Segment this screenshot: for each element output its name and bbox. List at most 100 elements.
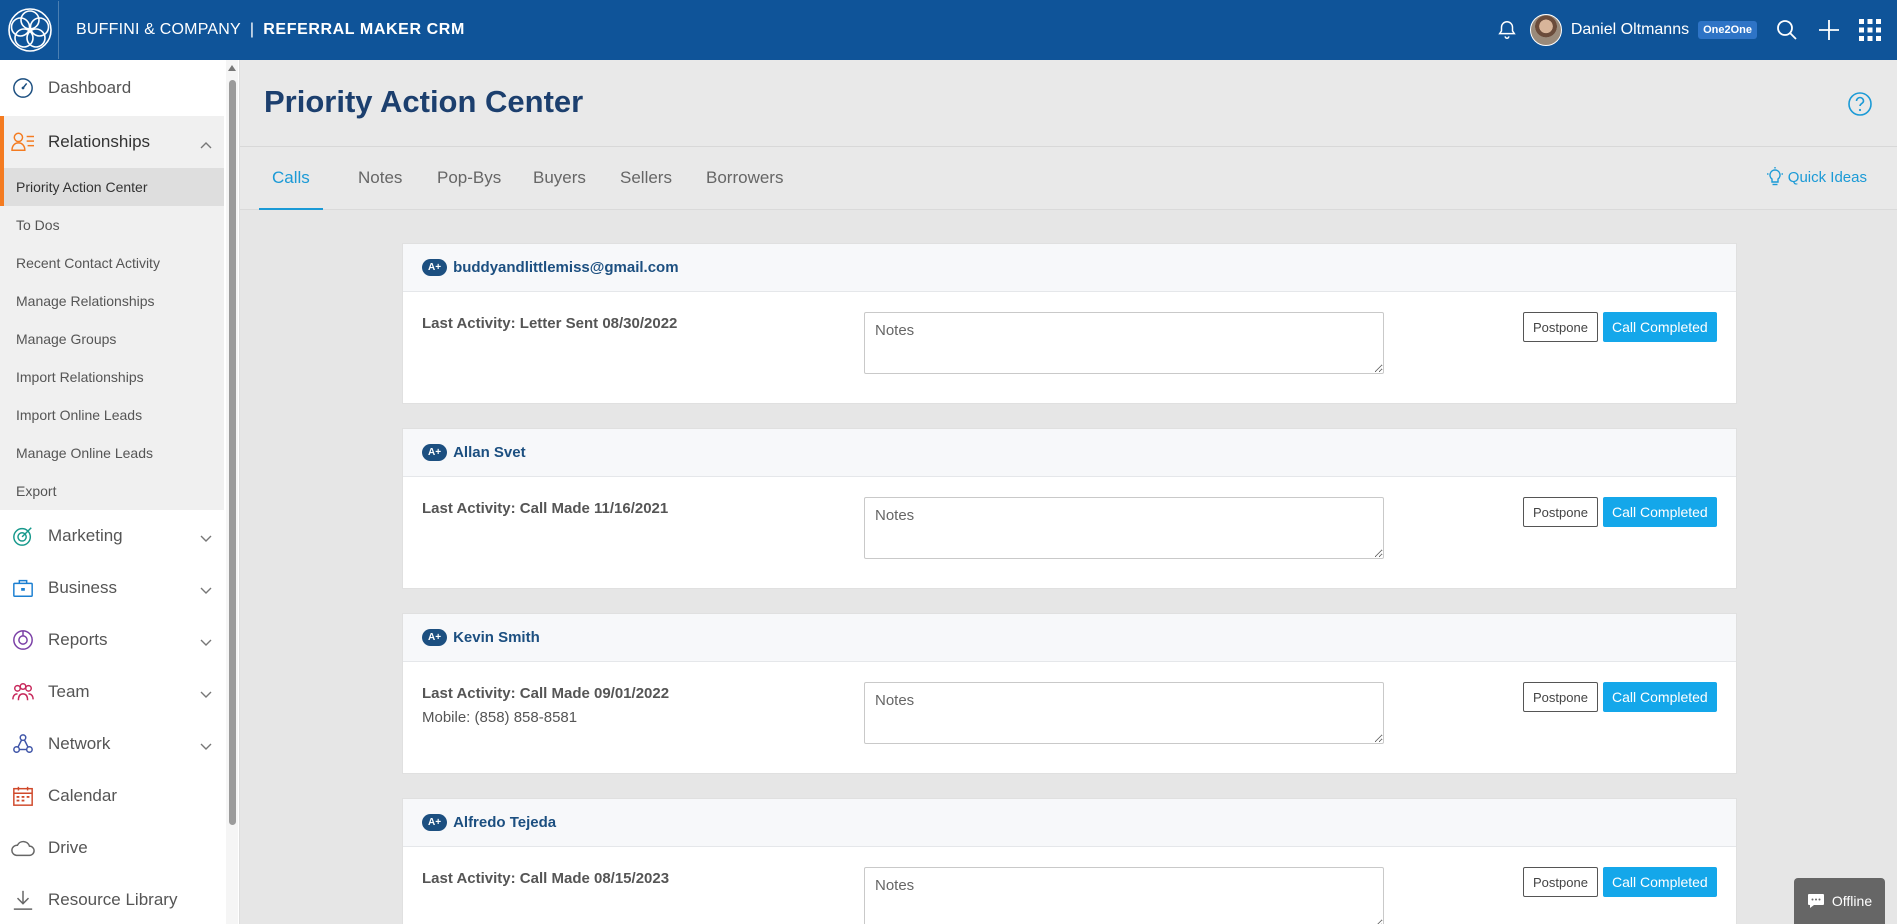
call-card: A+ Allan Svet Last Activity: Call Made 1…	[402, 428, 1737, 589]
top-right-actions: Daniel Oltmanns One2One	[1496, 0, 1897, 60]
call-card: A+ Alfredo Tejeda Last Activity: Call Ma…	[402, 798, 1737, 924]
sidebar-item-team[interactable]: Team	[0, 666, 224, 718]
rank-badge: A+	[422, 444, 448, 461]
card-body: Last Activity: Call Made 09/01/2022 Mobi…	[403, 662, 1736, 774]
rank-badge: A+	[422, 259, 448, 276]
rank-badge: A+	[422, 814, 448, 831]
search-icon[interactable]	[1775, 18, 1799, 42]
postpone-button[interactable]: Postpone	[1523, 682, 1598, 712]
cloud-icon	[11, 836, 35, 860]
sidebar-subitem-manage-online-leads[interactable]: Manage Online Leads	[0, 434, 224, 472]
chevron-down-icon	[200, 736, 212, 756]
tab-notes[interactable]: Notes	[358, 147, 402, 210]
chevron-down-icon	[200, 684, 212, 704]
tab-pop-bys[interactable]: Pop-Bys	[437, 147, 501, 210]
sidebar-subitem-import-online-leads[interactable]: Import Online Leads	[0, 396, 224, 434]
call-list: A+ buddyandlittlemiss@gmail.com Last Act…	[240, 211, 1897, 924]
brand-title: BUFFINI & COMPANY | REFERRAL MAKER CRM	[76, 21, 465, 39]
sidebar-item-label: Business	[48, 578, 117, 597]
sidebar-subitem-to-dos[interactable]: To Dos	[0, 206, 224, 244]
contact-name-link[interactable]: Allan Svet	[453, 444, 526, 461]
postpone-button[interactable]: Postpone	[1523, 867, 1598, 897]
card-header: A+ Alfredo Tejeda	[403, 799, 1736, 847]
top-bar: BUFFINI & COMPANY | REFERRAL MAKER CRM D…	[0, 0, 1897, 60]
notes-input[interactable]	[864, 682, 1384, 744]
sidebar-item-label: Reports	[48, 630, 108, 649]
call-completed-button[interactable]: Call Completed	[1603, 682, 1717, 712]
sidebar-subitem-manage-relationships[interactable]: Manage Relationships	[0, 282, 224, 320]
notes-input[interactable]	[864, 867, 1384, 924]
briefcase-icon	[11, 576, 35, 600]
sidebar-item-relationships[interactable]: Relationships	[0, 116, 224, 168]
reports-icon	[11, 628, 35, 652]
sidebar-item-marketing[interactable]: Marketing	[0, 510, 224, 562]
tab-borrowers[interactable]: Borrowers	[706, 147, 783, 210]
chat-widget[interactable]: Offline	[1794, 878, 1885, 924]
call-completed-button[interactable]: Call Completed	[1603, 497, 1717, 527]
last-activity: Last Activity: Call Made 09/01/2022	[422, 685, 670, 702]
call-completed-button[interactable]: Call Completed	[1603, 867, 1717, 897]
sidebar: Dashboard Relationships Priority Action …	[0, 60, 240, 924]
bell-icon[interactable]	[1496, 19, 1518, 41]
product-name: REFERRAL MAKER CRM	[263, 21, 465, 38]
contact-name-link[interactable]: buddyandlittlemiss@gmail.com	[453, 259, 679, 276]
tab-bar: Calls Notes Pop-Bys Buyers Sellers Borro…	[240, 147, 1897, 210]
sidebar-item-network[interactable]: Network	[0, 718, 224, 770]
postpone-button[interactable]: Postpone	[1523, 497, 1598, 527]
tab-buyers[interactable]: Buyers	[533, 147, 586, 210]
relationships-icon	[11, 130, 35, 154]
sidebar-subitem-manage-groups[interactable]: Manage Groups	[0, 320, 224, 358]
user-name[interactable]: Daniel Oltmanns	[1571, 21, 1689, 39]
chevron-down-icon	[200, 528, 212, 548]
sidebar-item-resource-library[interactable]: Resource Library	[0, 874, 224, 924]
sidebar-item-reports[interactable]: Reports	[0, 614, 224, 666]
download-icon	[11, 888, 35, 912]
card-header: A+ buddyandlittlemiss@gmail.com	[403, 244, 1736, 292]
card-header: A+ Allan Svet	[403, 429, 1736, 477]
sidebar-item-business[interactable]: Business	[0, 562, 224, 614]
page-title: Priority Action Center	[264, 84, 584, 119]
sidebar-subitem-import-relationships[interactable]: Import Relationships	[0, 358, 224, 396]
scroll-up-arrow-icon[interactable]	[228, 65, 236, 71]
tab-calls[interactable]: Calls	[259, 147, 323, 210]
avatar[interactable]	[1529, 14, 1562, 46]
brand-separator: |	[249, 21, 255, 38]
last-activity: Last Activity: Call Made 11/16/2021	[422, 500, 669, 517]
card-body: Last Activity: Call Made 08/15/2023 Post…	[403, 847, 1736, 924]
sidebar-item-dashboard[interactable]: Dashboard	[0, 60, 224, 116]
marketing-icon	[11, 524, 35, 548]
call-card: A+ Kevin Smith Last Activity: Call Made …	[402, 613, 1737, 774]
sidebar-item-drive[interactable]: Drive	[0, 822, 224, 874]
sidebar-subitem-recent-contact-activity[interactable]: Recent Contact Activity	[0, 244, 224, 282]
app-grid-icon[interactable]	[1859, 19, 1881, 41]
tab-sellers[interactable]: Sellers	[620, 147, 672, 210]
add-icon[interactable]	[1817, 18, 1841, 42]
chevron-down-icon	[200, 580, 212, 600]
notes-input[interactable]	[864, 497, 1384, 559]
chat-bubble-icon	[1807, 894, 1824, 908]
sidebar-item-label: Dashboard	[48, 78, 132, 97]
sidebar-subitem-priority-action-center[interactable]: Priority Action Center	[0, 168, 224, 206]
contact-name-link[interactable]: Alfredo Tejeda	[453, 814, 556, 831]
sidebar-scrollbar[interactable]	[226, 60, 238, 924]
notes-input[interactable]	[864, 312, 1384, 374]
sidebar-scroll-thumb[interactable]	[229, 80, 236, 825]
quick-ideas-label: Quick Ideas	[1787, 168, 1867, 186]
chevron-up-icon	[200, 134, 212, 154]
buffini-logo[interactable]	[1, 1, 59, 59]
page-header: Priority Action Center	[240, 60, 1897, 147]
sidebar-subitem-export[interactable]: Export	[0, 472, 224, 510]
calendar-icon	[11, 784, 35, 808]
help-icon[interactable]	[1847, 91, 1873, 122]
postpone-button[interactable]: Postpone	[1523, 312, 1598, 342]
last-activity: Last Activity: Letter Sent 08/30/2022	[422, 315, 678, 332]
quick-ideas-link[interactable]: Quick Ideas	[1766, 167, 1867, 187]
team-icon	[11, 680, 35, 704]
dashboard-icon	[11, 76, 35, 100]
call-completed-button[interactable]: Call Completed	[1603, 312, 1717, 342]
sidebar-item-calendar[interactable]: Calendar	[0, 770, 224, 822]
rank-badge: A+	[422, 629, 448, 646]
company-name: BUFFINI & COMPANY	[76, 21, 241, 38]
contact-name-link[interactable]: Kevin Smith	[453, 629, 540, 646]
network-icon	[11, 732, 35, 756]
